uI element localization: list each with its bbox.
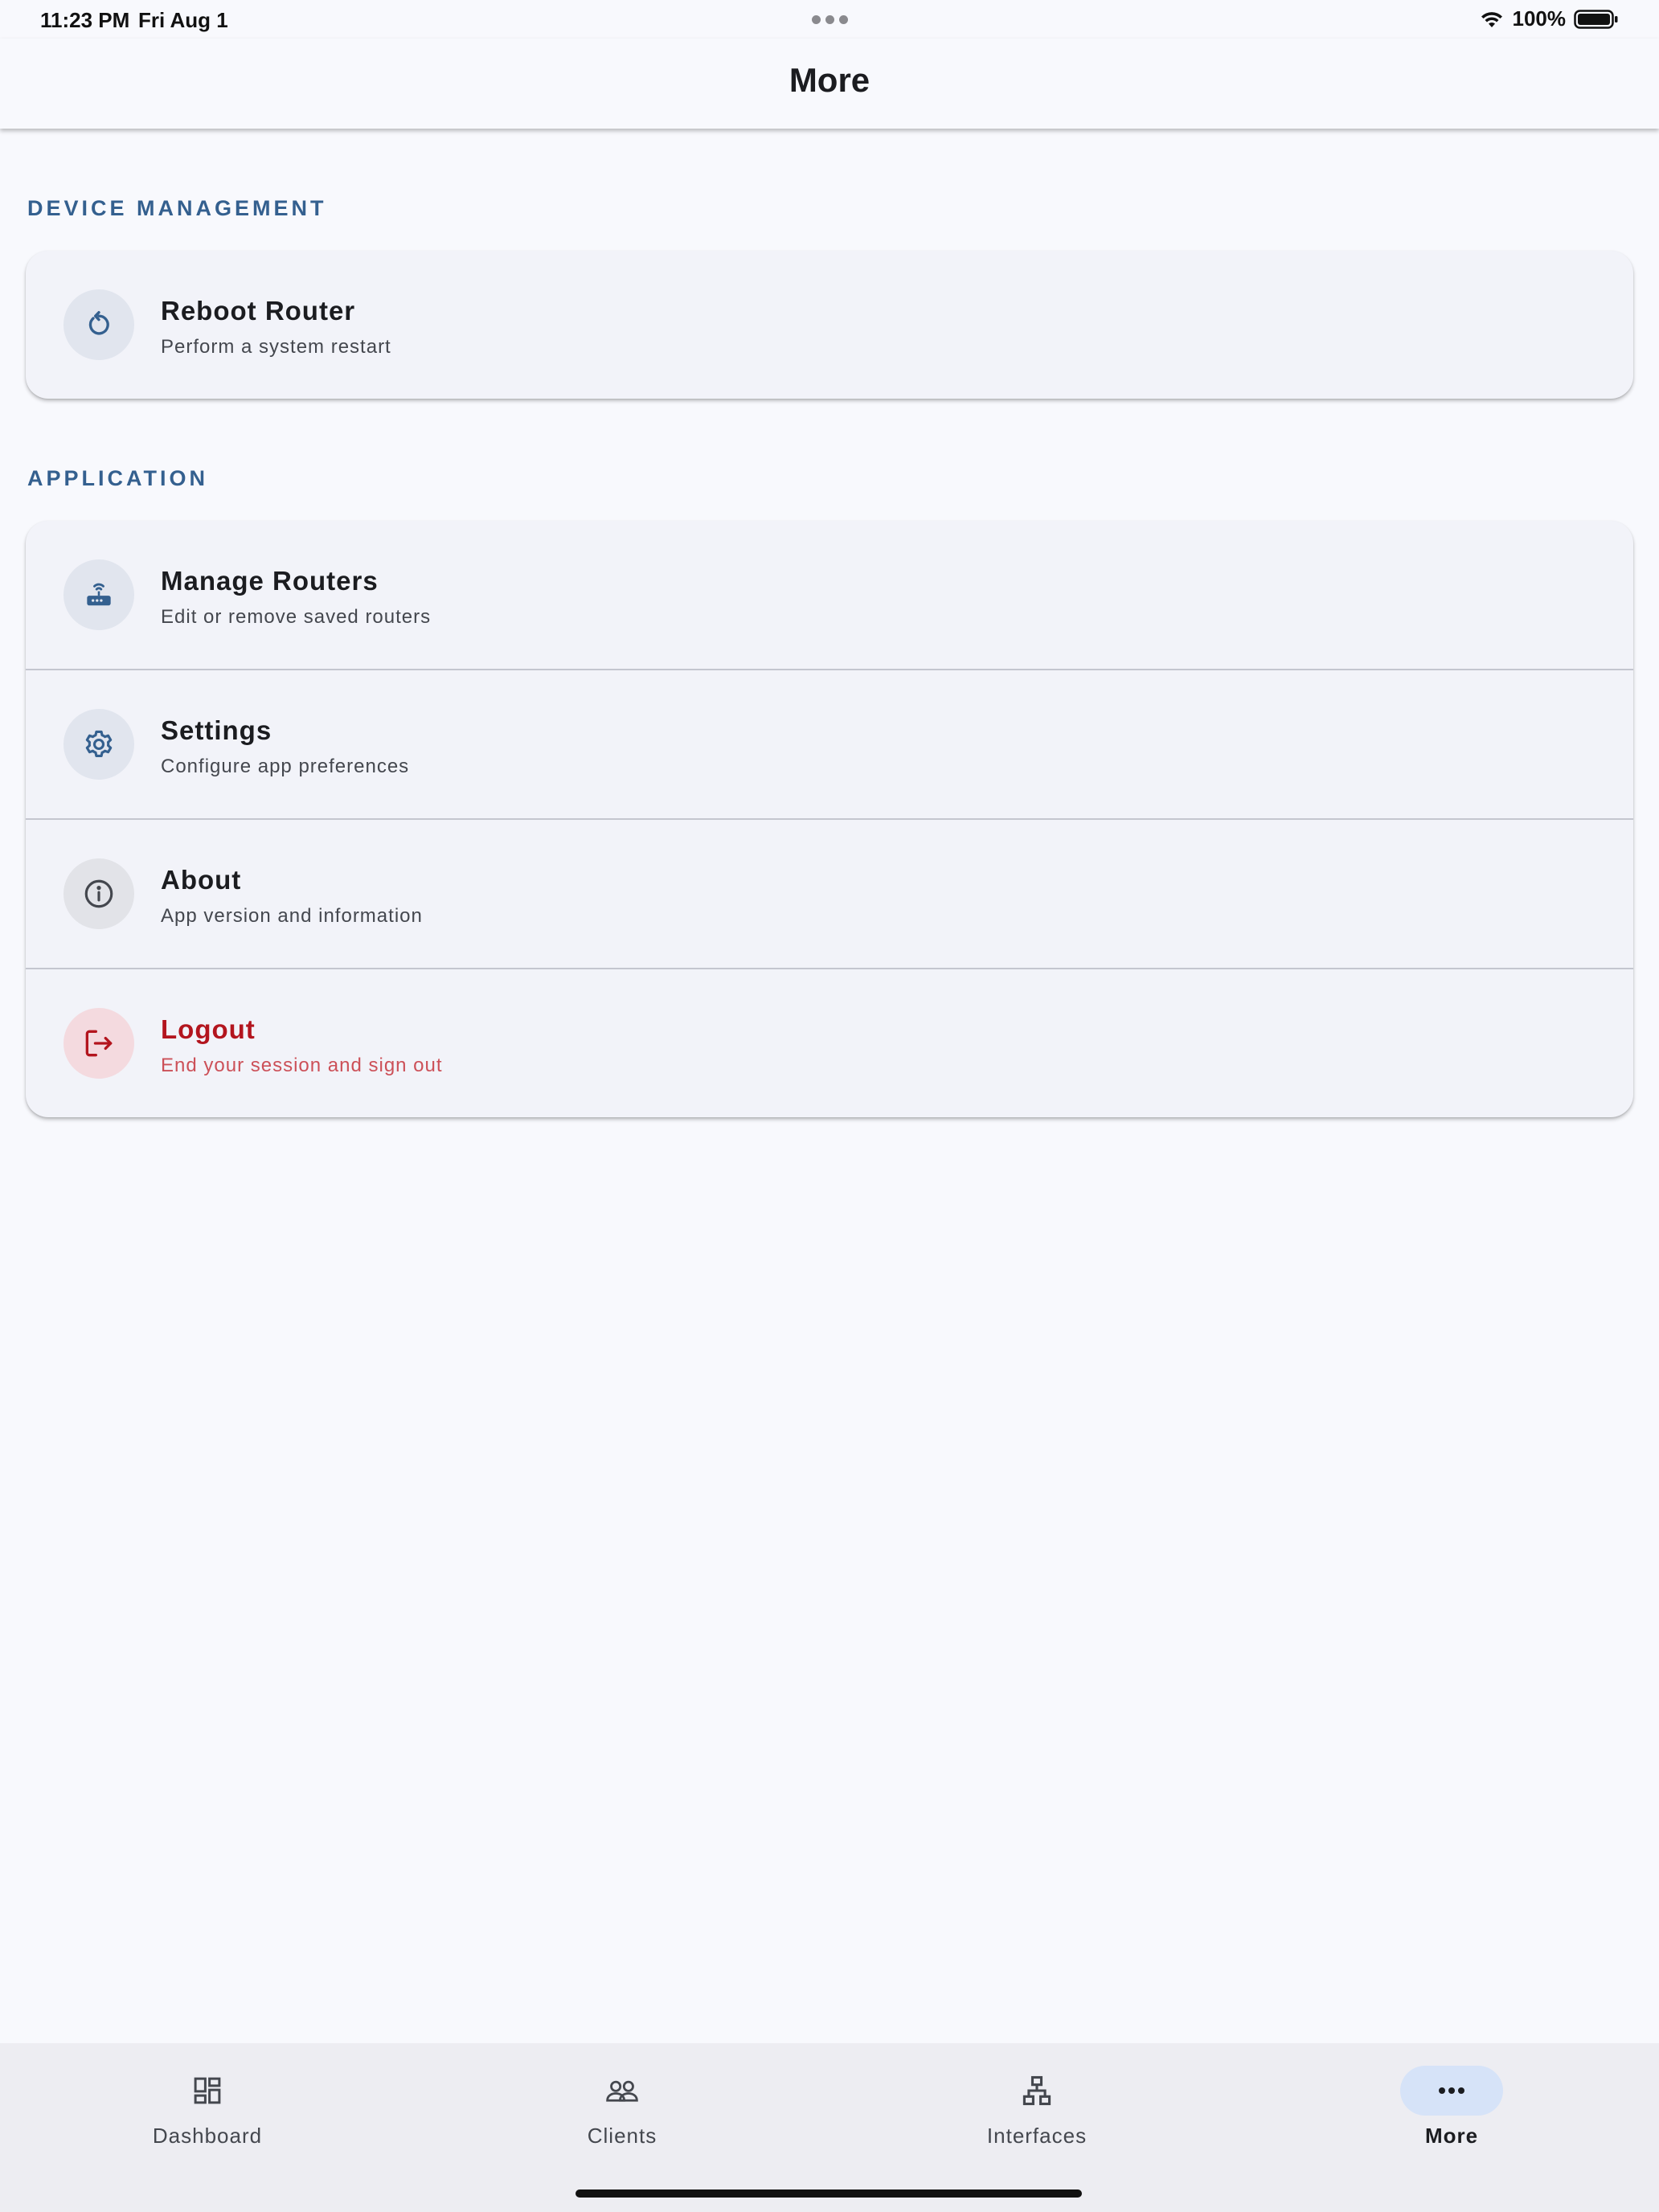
device-management-card: Reboot Router Perform a system restart xyxy=(26,251,1633,399)
gear-icon xyxy=(85,730,113,758)
reboot-icon-container xyxy=(63,289,134,360)
about-icon-container xyxy=(63,858,134,929)
nav-interfaces-label: Interfaces xyxy=(986,2124,1088,2148)
settings-icon-container xyxy=(63,709,134,780)
nav-interfaces-icon-wrap xyxy=(985,2066,1088,2116)
reboot-router-text: Reboot Router Perform a system restart xyxy=(161,296,391,358)
status-time: 11:23 PM xyxy=(40,8,130,32)
settings-subtitle: Configure app preferences xyxy=(161,756,410,777)
status-indicators: 100% xyxy=(1479,6,1620,31)
nav-more[interactable]: More xyxy=(1331,2066,1572,2162)
manage-routers-subtitle: Edit or remove saved routers xyxy=(161,606,432,628)
section-heading-application: APPLICATION xyxy=(27,466,208,490)
nav-more-label: More xyxy=(1424,2124,1479,2148)
about-title: About xyxy=(161,865,242,895)
settings-item[interactable]: Settings Configure app preferences xyxy=(26,669,1633,818)
manage-routers-item[interactable]: Manage Routers Edit or remove saved rout… xyxy=(26,521,1633,669)
section-heading-device-management: DEVICE MANAGEMENT xyxy=(27,196,327,220)
logout-subtitle: End your session and sign out xyxy=(161,1055,443,1076)
manage-routers-icon-container xyxy=(63,559,134,630)
router-icon xyxy=(87,583,111,606)
home-indicator[interactable] xyxy=(576,2189,1082,2198)
people-icon xyxy=(606,2080,638,2102)
nav-more-active-pill xyxy=(1400,2066,1503,2116)
battery-icon xyxy=(1574,9,1618,29)
wifi-icon xyxy=(1481,11,1502,27)
status-bar: 11:23 PM Fri Aug 1 100% xyxy=(0,0,1659,39)
status-date: Fri Aug 1 xyxy=(138,8,228,32)
nav-dashboard[interactable]: Dashboard xyxy=(87,2066,328,2162)
nav-dashboard-label: Dashboard xyxy=(152,2124,263,2148)
logout-icon-container xyxy=(63,1008,134,1079)
page-title: More xyxy=(789,61,870,99)
nav-interfaces[interactable]: Interfaces xyxy=(916,2066,1157,2162)
about-subtitle: App version and information xyxy=(161,905,423,927)
reboot-router-item[interactable]: Reboot Router Perform a system restart xyxy=(26,251,1633,399)
manage-routers-text: Manage Routers Edit or remove saved rout… xyxy=(161,566,431,629)
more-screen: 11:23 PM Fri Aug 1 100% More DEVICE MANA… xyxy=(0,0,1659,2212)
nav-dashboard-icon-wrap xyxy=(156,2066,259,2116)
network-icon xyxy=(1022,2075,1051,2106)
nav-clients-label: Clients xyxy=(587,2124,657,2148)
about-text: About App version and information xyxy=(161,865,423,928)
more-horiz-icon xyxy=(1439,2087,1464,2094)
nav-clients-icon-wrap xyxy=(571,2066,674,2116)
dashboard-icon xyxy=(194,2077,221,2104)
nav-clients[interactable]: Clients xyxy=(502,2066,743,2162)
top-app-bar: More xyxy=(0,39,1659,129)
bottom-navigation: Dashboard Clients Interfaces More xyxy=(0,2043,1659,2212)
reboot-router-title: Reboot Router xyxy=(161,296,356,326)
info-icon xyxy=(84,879,113,908)
settings-text: Settings Configure app preferences xyxy=(161,715,409,778)
logout-text: Logout End your session and sign out xyxy=(161,1014,443,1077)
logout-item[interactable]: Logout End your session and sign out xyxy=(26,968,1633,1117)
application-card: Manage Routers Edit or remove saved rout… xyxy=(26,521,1633,1117)
settings-title: Settings xyxy=(161,715,272,745)
reboot-router-subtitle: Perform a system restart xyxy=(161,336,391,358)
restart-icon xyxy=(88,311,109,335)
about-item[interactable]: About App version and information xyxy=(26,818,1633,968)
battery-percent: 100% xyxy=(1512,6,1567,31)
multitasking-dots-icon[interactable] xyxy=(812,15,848,24)
manage-routers-title: Manage Routers xyxy=(161,566,379,596)
logout-icon xyxy=(85,1030,113,1057)
logout-title: Logout xyxy=(161,1014,256,1044)
